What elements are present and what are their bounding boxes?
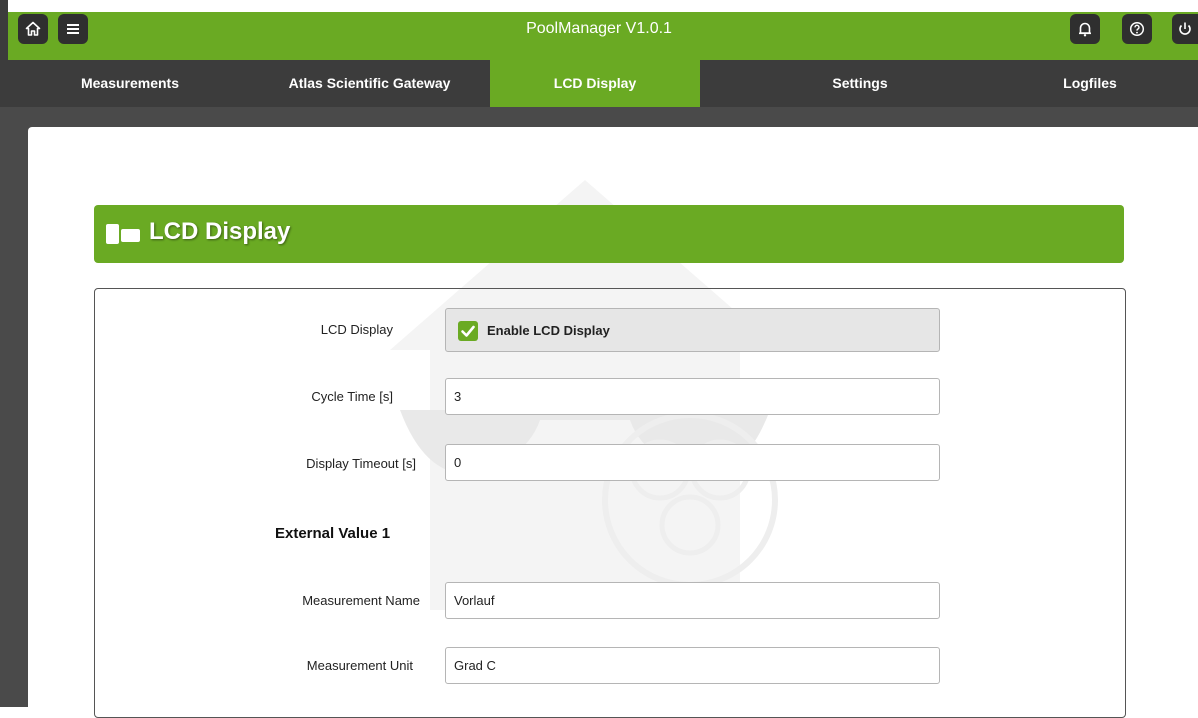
power-button[interactable]: [1172, 14, 1198, 44]
cycle-time-label: Cycle Time [s]: [311, 389, 393, 404]
help-icon: [1129, 21, 1145, 37]
checkmark-icon: [461, 325, 475, 337]
measurement-name-input[interactable]: [445, 582, 940, 619]
top-bar: PoolManager V1.0.1: [0, 0, 1198, 60]
power-icon: [1179, 22, 1191, 35]
measurement-unit-label: Measurement Unit: [306, 658, 413, 673]
bell-icon: [1079, 22, 1091, 37]
tab-measurements[interactable]: Measurements: [60, 60, 200, 107]
measurement-name-label: Measurement Name: [302, 593, 420, 608]
tab-lcd-display[interactable]: LCD Display: [490, 60, 700, 107]
enable-lcd-display-checkbox[interactable]: [458, 321, 478, 341]
lcd-display-icon: [106, 224, 140, 244]
section-header: LCD Display: [94, 205, 1124, 263]
enable-lcd-display-field[interactable]: Enable LCD Display: [445, 308, 940, 352]
tab-settings[interactable]: Settings: [780, 60, 940, 107]
menu-icon: [67, 24, 79, 34]
cycle-time-input[interactable]: [445, 378, 940, 415]
notifications-button[interactable]: [1070, 14, 1100, 44]
lcd-display-label: LCD Display: [320, 322, 393, 337]
title-bar: [8, 0, 1198, 60]
tab-logfiles[interactable]: Logfiles: [1020, 60, 1160, 107]
home-icon: [25, 21, 41, 36]
external-value-1-title: External Value 1: [275, 525, 391, 542]
display-timeout-label: Display Timeout [s]: [306, 456, 416, 471]
section-title: LCD Display: [149, 218, 291, 245]
measurement-unit-input[interactable]: [445, 647, 940, 684]
menu-button[interactable]: [58, 14, 88, 44]
enable-lcd-display-label: Enable LCD Display: [487, 323, 610, 338]
help-button[interactable]: [1122, 14, 1152, 44]
display-timeout-input[interactable]: [445, 444, 940, 481]
home-button[interactable]: [18, 14, 48, 44]
tab-atlas-scientific-gateway[interactable]: Atlas Scientific Gateway: [262, 60, 477, 107]
nav-bar: Measurements Atlas Scientific Gateway LC…: [0, 60, 1198, 107]
